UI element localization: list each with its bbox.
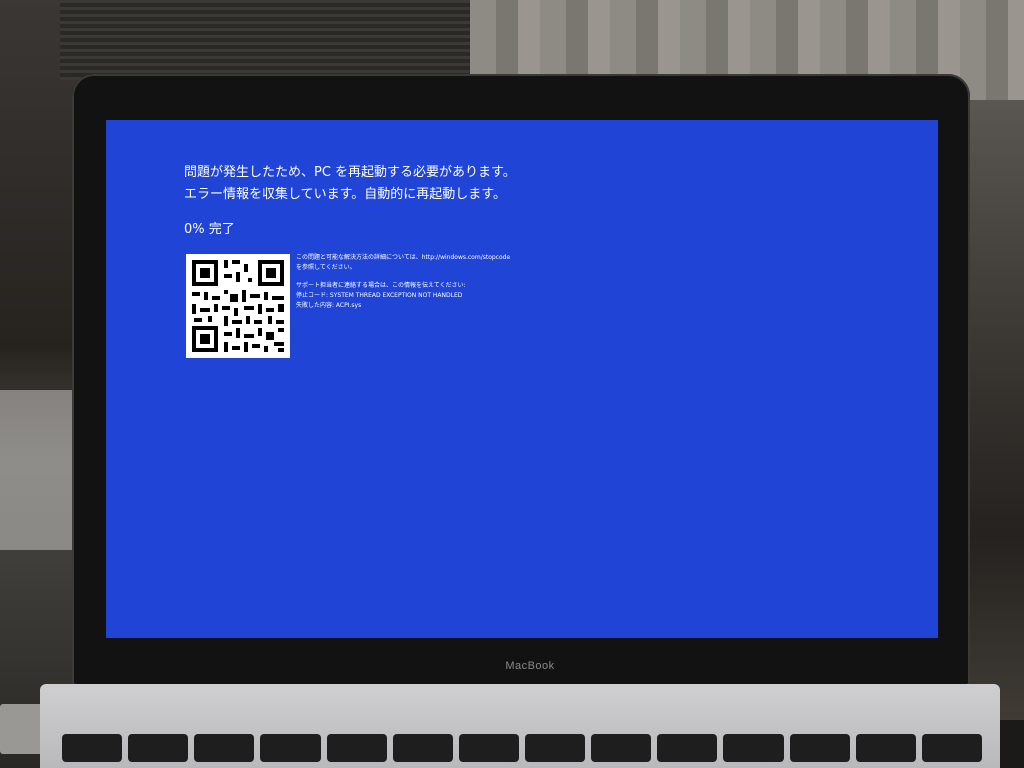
keyboard-key xyxy=(591,734,652,762)
macbook-brand-label: MacBook xyxy=(505,660,555,672)
error-headline-line1: 問題が発生したため、PC を再起動する必要があります。 xyxy=(184,165,516,180)
qr-code-icon xyxy=(186,254,290,358)
keyboard-key xyxy=(789,734,850,762)
error-headline-line2: エラー情報を収集しています。自動的に再起動します。 xyxy=(184,187,507,202)
keyboard-key xyxy=(326,734,387,762)
keyboard-key xyxy=(524,734,586,762)
error-headline: 問題が発生したため、PC を再起動する必要があります。 エラー情報を収集していま… xyxy=(184,162,516,206)
support-info-line: サポート担当者に連絡する場合は、この情報を伝えてください: xyxy=(296,282,466,289)
keyboard-key xyxy=(62,734,123,762)
keyboard-key xyxy=(723,734,784,762)
stopcode-info-line2: を参照してください。 xyxy=(296,264,356,271)
keyboard-key xyxy=(855,734,916,762)
keyboard-key xyxy=(392,734,453,762)
keyboard-key xyxy=(921,734,982,762)
keyboard-key xyxy=(657,734,718,762)
keyboard-key xyxy=(260,734,321,762)
keyboard-key xyxy=(458,734,519,762)
stopcode-info-line1: この問題と可能な解決方法の詳細については、http://windows.com/… xyxy=(296,254,511,261)
window-blinds xyxy=(60,0,480,80)
keyboard-row xyxy=(62,734,982,764)
keyboard-key xyxy=(194,734,255,762)
keyboard-key xyxy=(128,734,189,762)
failed-module-line: 失敗した内容: ACPI.sys xyxy=(296,302,362,309)
progress-status: 0% 完了 xyxy=(184,222,235,237)
stop-code-line: 停止コード: SYSTEM THREAD EXCEPTION NOT HANDL… xyxy=(296,292,463,299)
qr-code-graphic xyxy=(186,254,290,358)
error-details: この問題と可能な解決方法の詳細については、http://windows.com/… xyxy=(296,253,510,311)
